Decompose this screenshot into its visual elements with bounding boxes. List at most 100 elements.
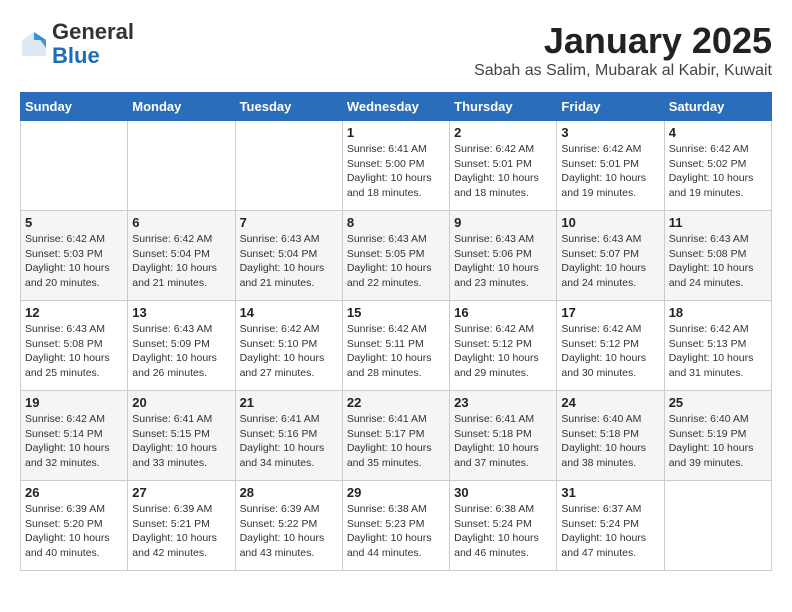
- day-info-line: Sunrise: 6:43 AM: [240, 233, 320, 245]
- day-info-line: Sunrise: 6:43 AM: [132, 323, 212, 335]
- calendar-cell: 26 Sunrise: 6:39 AMSunset: 5:20 PMDayligh…: [21, 481, 128, 571]
- day-info: Sunrise: 6:42 AMSunset: 5:01 PMDaylight:…: [561, 142, 659, 201]
- day-number: 21: [240, 395, 338, 410]
- day-number: 1: [347, 125, 445, 140]
- day-number: 3: [561, 125, 659, 140]
- calendar-cell: 8Sunrise: 6:43 AMSunset: 5:05 PMDaylight…: [342, 211, 449, 301]
- day-info-line: Daylight: 10 hours and 27 minutes.: [240, 352, 325, 379]
- week-row-4: 26 Sunrise: 6:39 AMSunset: 5:20 PMDayligh…: [21, 481, 772, 571]
- day-info-line: Sunset: 5:17 PM: [347, 428, 425, 440]
- day-info-line: Sunrise: 6:41 AM: [347, 413, 427, 425]
- day-info-line: Daylight: 10 hours and 18 minutes.: [347, 172, 432, 199]
- day-info: Sunrise: 6:39 AMSunset: 5:20 PMDaylight:…: [25, 502, 123, 561]
- day-info-line: Sunset: 5:15 PM: [132, 428, 210, 440]
- day-info-line: Sunrise: 6:41 AM: [347, 143, 427, 155]
- day-number: 12: [25, 305, 123, 320]
- calendar-cell: 31 Sunrise: 6:37 AMSunset: 5:24 PMDayligh…: [557, 481, 664, 571]
- day-info: Sunrise: 6:41 AMSunset: 5:18 PMDaylight:…: [454, 412, 552, 471]
- col-header-monday: Monday: [128, 93, 235, 121]
- day-info-line: Sunset: 5:18 PM: [454, 428, 532, 440]
- calendar-cell: 3Sunrise: 6:42 AMSunset: 5:01 PMDaylight…: [557, 121, 664, 211]
- day-info-line: Daylight: 10 hours and 20 minutes.: [25, 262, 110, 289]
- day-number: 18: [669, 305, 767, 320]
- header: General Blue January 2025 Sabah as Salim…: [20, 20, 772, 80]
- day-number: 22: [347, 395, 445, 410]
- day-info-line: Sunset: 5:07 PM: [561, 248, 639, 260]
- page: General Blue January 2025 Sabah as Salim…: [0, 0, 792, 581]
- day-info: Sunrise: 6:42 AMSunset: 5:14 PMDaylight:…: [25, 412, 123, 471]
- day-info-line: Daylight: 10 hours and 40 minutes.: [25, 532, 110, 559]
- day-number: 17: [561, 305, 659, 320]
- calendar-cell: 27Sunrise: 6:39 AMSunset: 5:21 PMDayligh…: [128, 481, 235, 571]
- calendar-cell: [664, 481, 771, 571]
- col-header-tuesday: Tuesday: [235, 93, 342, 121]
- calendar-cell: 1Sunrise: 6:41 AMSunset: 5:00 PMDaylight…: [342, 121, 449, 211]
- week-row-3: 19Sunrise: 6:42 AMSunset: 5:14 PMDayligh…: [21, 391, 772, 481]
- calendar-cell: 11Sunrise: 6:43 AMSunset: 5:08 PMDayligh…: [664, 211, 771, 301]
- col-header-saturday: Saturday: [664, 93, 771, 121]
- day-info-line: Daylight: 10 hours and 43 minutes.: [240, 532, 325, 559]
- day-info-line: Sunset: 5:01 PM: [561, 158, 639, 170]
- day-number: 8: [347, 215, 445, 230]
- day-info-line: Daylight: 10 hours and 32 minutes.: [25, 442, 110, 469]
- day-info: Sunrise: 6:39 AMSunset: 5:22 PMDaylight:…: [240, 502, 338, 561]
- calendar-cell: 2Sunrise: 6:42 AMSunset: 5:01 PMDaylight…: [450, 121, 557, 211]
- day-info-line: Daylight: 10 hours and 19 minutes.: [669, 172, 754, 199]
- day-info-line: Daylight: 10 hours and 35 minutes.: [347, 442, 432, 469]
- day-info-line: Sunset: 5:19 PM: [669, 428, 747, 440]
- day-info-line: Sunset: 5:23 PM: [347, 518, 425, 530]
- day-info: Sunrise: 6:43 AMSunset: 5:08 PMDaylight:…: [669, 232, 767, 291]
- day-number: 16: [454, 305, 552, 320]
- day-info-line: Sunset: 5:09 PM: [132, 338, 210, 350]
- day-info-line: Sunrise: 6:39 AM: [132, 503, 212, 515]
- logo-blue: Blue: [52, 43, 100, 68]
- day-info-line: Sunset: 5:21 PM: [132, 518, 210, 530]
- day-number: 25: [669, 395, 767, 410]
- day-number: 28: [240, 485, 338, 500]
- day-info-line: Sunset: 5:24 PM: [454, 518, 532, 530]
- day-info-line: Sunset: 5:03 PM: [25, 248, 103, 260]
- day-number: 24: [561, 395, 659, 410]
- col-header-friday: Friday: [557, 93, 664, 121]
- day-info: Sunrise: 6:39 AMSunset: 5:21 PMDaylight:…: [132, 502, 230, 561]
- day-info-line: Sunrise: 6:42 AM: [240, 323, 320, 335]
- day-info-line: Sunrise: 6:41 AM: [454, 413, 534, 425]
- day-info-line: Daylight: 10 hours and 34 minutes.: [240, 442, 325, 469]
- day-number: 23: [454, 395, 552, 410]
- day-info: Sunrise: 6:42 AMSunset: 5:02 PMDaylight:…: [669, 142, 767, 201]
- day-info-line: Daylight: 10 hours and 21 minutes.: [132, 262, 217, 289]
- day-info: Sunrise: 6:37 AMSunset: 5:24 PMDaylight:…: [561, 502, 659, 561]
- day-info-line: Sunrise: 6:42 AM: [561, 143, 641, 155]
- calendar-cell: 20Sunrise: 6:41 AMSunset: 5:15 PMDayligh…: [128, 391, 235, 481]
- calendar-header-row: SundayMondayTuesdayWednesdayThursdayFrid…: [21, 93, 772, 121]
- day-info-line: Sunrise: 6:43 AM: [347, 233, 427, 245]
- day-info-line: Daylight: 10 hours and 24 minutes.: [561, 262, 646, 289]
- col-header-thursday: Thursday: [450, 93, 557, 121]
- calendar-cell: 19Sunrise: 6:42 AMSunset: 5:14 PMDayligh…: [21, 391, 128, 481]
- day-info-line: Daylight: 10 hours and 33 minutes.: [132, 442, 217, 469]
- calendar-cell: 30Sunrise: 6:38 AMSunset: 5:24 PMDayligh…: [450, 481, 557, 571]
- day-number: 9: [454, 215, 552, 230]
- day-number: 6: [132, 215, 230, 230]
- logo-text: General Blue: [52, 20, 134, 68]
- day-info-line: Sunrise: 6:42 AM: [454, 323, 534, 335]
- day-number: 14: [240, 305, 338, 320]
- calendar-cell: 16Sunrise: 6:42 AMSunset: 5:12 PMDayligh…: [450, 301, 557, 391]
- day-info-line: Sunset: 5:04 PM: [240, 248, 318, 260]
- calendar-cell: 29Sunrise: 6:38 AMSunset: 5:23 PMDayligh…: [342, 481, 449, 571]
- logo: General Blue: [20, 20, 134, 68]
- day-info-line: Sunrise: 6:42 AM: [669, 143, 749, 155]
- calendar-cell: 7Sunrise: 6:43 AMSunset: 5:04 PMDaylight…: [235, 211, 342, 301]
- day-info-line: Sunrise: 6:37 AM: [561, 503, 641, 515]
- calendar-cell: 6Sunrise: 6:42 AMSunset: 5:04 PMDaylight…: [128, 211, 235, 301]
- day-info-line: Sunset: 5:08 PM: [669, 248, 747, 260]
- day-info-line: Sunset: 5:05 PM: [347, 248, 425, 260]
- day-info: Sunrise: 6:41 AM Sunset: 5:17 PM Daylight:…: [347, 412, 445, 471]
- day-info-line: Daylight: 10 hours and 38 minutes.: [561, 442, 646, 469]
- day-number: 31: [561, 485, 659, 500]
- day-info-line: Sunrise: 6:42 AM: [669, 323, 749, 335]
- calendar-cell: [128, 121, 235, 211]
- day-info: Sunrise: 6:43 AMSunset: 5:08 PMDaylight:…: [25, 322, 123, 381]
- day-info-line: Daylight: 10 hours and 24 minutes.: [669, 262, 754, 289]
- day-number: 26: [25, 485, 123, 500]
